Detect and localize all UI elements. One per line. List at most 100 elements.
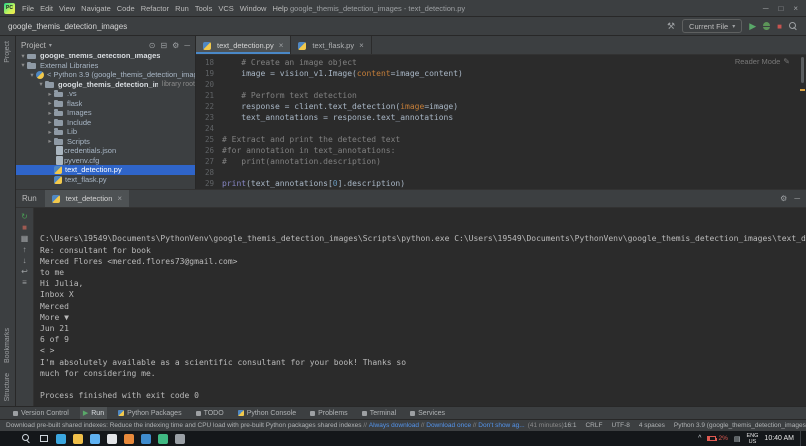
chevron-down-icon[interactable]: ▾ (28, 71, 36, 79)
maximize-window-button[interactable]: □ (778, 4, 783, 13)
status-crlf[interactable]: CRLF (585, 422, 602, 429)
tree-item-external-libraries[interactable]: ▾ External Libraries (16, 61, 195, 71)
run-config-selector[interactable]: Current File ▾ (682, 19, 743, 33)
tree-item-flask[interactable]: ▸ flask (16, 99, 195, 109)
tool-strip-bookmarks[interactable]: Bookmarks (4, 328, 11, 363)
taskbar-app-pycharm-icon[interactable] (155, 431, 170, 446)
close-window-button[interactable]: × (793, 4, 798, 13)
toolwindow-button-run[interactable]: ▶ Run (79, 407, 108, 419)
project-panel-title[interactable]: Project (21, 41, 46, 50)
reader-mode-toggle[interactable]: Reader Mode ✎ (735, 57, 790, 66)
menu-navigate[interactable]: Navigate (78, 4, 114, 13)
status-link-don-t-show-ag[interactable]: Don't show ag... (478, 422, 524, 429)
battery-indicator[interactable]: 2% (707, 435, 728, 442)
close-tab-icon[interactable]: × (279, 41, 284, 50)
tree-item-text-detection-py[interactable]: text_detection.py (16, 165, 195, 175)
tree-item-google-themis-detection-images[interactable]: ▾ google_themis_detection_imageslibrary r… (16, 80, 195, 90)
taskbar-app-firefox-icon[interactable] (121, 431, 136, 446)
line-number-gutter[interactable]: 23 (196, 112, 222, 123)
taskbar-app-outlook-icon[interactable] (138, 431, 153, 446)
status-utf-8[interactable]: UTF-8 (611, 422, 629, 429)
collapse-all-icon[interactable]: ⊟ (160, 41, 167, 50)
taskbar-app-edge-icon[interactable] (53, 431, 68, 446)
menu-file[interactable]: File (19, 4, 37, 13)
chevron-right-icon[interactable]: ▸ (46, 118, 54, 126)
chevron-down-icon[interactable]: ▾ (49, 42, 52, 49)
line-number-gutter[interactable]: 18 (196, 57, 222, 68)
editor-tab-text-detection-py[interactable]: text_detection.py × (196, 36, 292, 54)
settings-icon[interactable]: ⚙ (172, 41, 179, 50)
pycharm-logo-icon[interactable]: PC (4, 2, 15, 14)
taskbar-search-icon[interactable] (19, 431, 34, 446)
restore-layout-icon[interactable]: ▦ (18, 233, 32, 243)
status-link-download-once[interactable]: Download once (426, 422, 471, 429)
close-tab-icon[interactable]: × (117, 194, 122, 203)
editor-tab-text-flask-py[interactable]: text_flask.py × (291, 36, 372, 54)
close-tab-icon[interactable]: × (359, 41, 364, 50)
line-number-gutter[interactable]: 20 (196, 79, 222, 90)
soft-wrap-icon[interactable]: ↩ (18, 266, 32, 276)
tree-item-lib[interactable]: ▸ Lib (16, 127, 195, 137)
show-desktop-button[interactable] (800, 431, 803, 446)
taskbar-app-file-explorer-icon[interactable] (70, 431, 85, 446)
tool-strip-project[interactable]: Project (4, 41, 11, 63)
toolwindow-button-todo[interactable]: TODO (193, 407, 227, 419)
taskbar-app-store-icon[interactable] (87, 431, 102, 446)
chevron-down-icon[interactable]: ▾ (37, 80, 45, 88)
taskbar-clock[interactable]: 10:40 AM (764, 435, 794, 442)
settings-icon[interactable]: ⚙ (780, 194, 787, 203)
tree-item-python-3-9-google-themis-detection-images[interactable]: ▾ < Python 3.9 (google_themis_detection_i… (16, 70, 195, 80)
locate-file-icon[interactable]: ⊙ (149, 41, 156, 50)
status-link-always-download[interactable]: Always download (369, 422, 419, 429)
menu-tools[interactable]: Tools (192, 4, 216, 13)
toolwindow-button-services[interactable]: Services (407, 407, 448, 419)
menu-view[interactable]: View (56, 4, 78, 13)
edit-pencil-icon[interactable]: ✎ (783, 57, 790, 66)
hide-panel-icon[interactable]: ─ (184, 41, 190, 50)
menu-edit[interactable]: Edit (37, 4, 56, 13)
editor-scrollbar[interactable] (801, 57, 804, 83)
toolwindow-button-python-packages[interactable]: Python Packages (115, 407, 184, 419)
status-python-3-9-google-themis-detection-images[interactable]: Python 3.9 (google_themis_detection_imag… (674, 422, 806, 429)
tree-item-images[interactable]: ▸ Images (16, 108, 195, 118)
tree-item-credentials-json[interactable]: credentials.json (16, 146, 195, 156)
stop-icon[interactable]: ■ (18, 222, 32, 232)
prev-occurrence-icon[interactable]: ↑ (18, 244, 32, 254)
menu-window[interactable]: Window (237, 4, 270, 13)
rerun-icon[interactable]: ↻ (18, 211, 32, 221)
menu-run[interactable]: Run (172, 4, 192, 13)
code-editor[interactable]: 18 # Create an image object 19 image = vi… (196, 55, 806, 189)
tree-item-scripts[interactable]: ▸ Scripts (16, 137, 195, 147)
build-hammer-icon[interactable]: ⚒ (667, 21, 675, 32)
chevron-down-icon[interactable]: ▾ (19, 61, 27, 69)
chevron-right-icon[interactable]: ▸ (46, 109, 54, 117)
search-everywhere-icon[interactable] (789, 21, 798, 31)
tree-item-pyvenv-cfg[interactable]: pyvenv.cfg (16, 155, 195, 166)
taskbar-app-misc-icon[interactable] (172, 431, 187, 446)
line-number-gutter[interactable]: 19 (196, 68, 222, 79)
scroll-to-end-icon[interactable]: ≡ (18, 277, 32, 287)
line-number-gutter[interactable]: 24 (196, 123, 222, 134)
line-number-gutter[interactable]: 21 (196, 90, 222, 101)
tree-item-include[interactable]: ▸ Include (16, 118, 195, 128)
chevron-right-icon[interactable]: ▸ (46, 90, 54, 98)
menu-vcs[interactable]: VCS (215, 4, 236, 13)
menu-refactor[interactable]: Refactor (138, 4, 172, 13)
line-number-gutter[interactable]: 28 (196, 167, 222, 178)
minimize-window-button[interactable]: ─ (763, 4, 769, 13)
tool-strip-structure[interactable]: Structure (4, 373, 11, 401)
chevron-right-icon[interactable]: ▸ (46, 99, 54, 107)
tree-item-vs[interactable]: ▸ .vs (16, 89, 195, 99)
chevron-right-icon[interactable]: ▸ (46, 137, 54, 145)
line-number-gutter[interactable]: 29 (196, 178, 222, 189)
toolwindow-button-problems[interactable]: Problems (307, 407, 351, 419)
status-4-spaces[interactable]: 4 spaces (639, 422, 665, 429)
status-16-1[interactable]: 16:1 (564, 422, 577, 429)
toolwindow-button-version-control[interactable]: Version Control (10, 407, 72, 419)
toolwindow-button-python-console[interactable]: Python Console (235, 407, 299, 419)
chevron-down-icon[interactable]: ▾ (19, 54, 27, 60)
menu-code[interactable]: Code (114, 4, 138, 13)
line-number-gutter[interactable]: 25 (196, 134, 222, 145)
taskbar-start-icon[interactable] (2, 431, 17, 446)
hide-panel-icon[interactable]: ─ (794, 194, 800, 203)
